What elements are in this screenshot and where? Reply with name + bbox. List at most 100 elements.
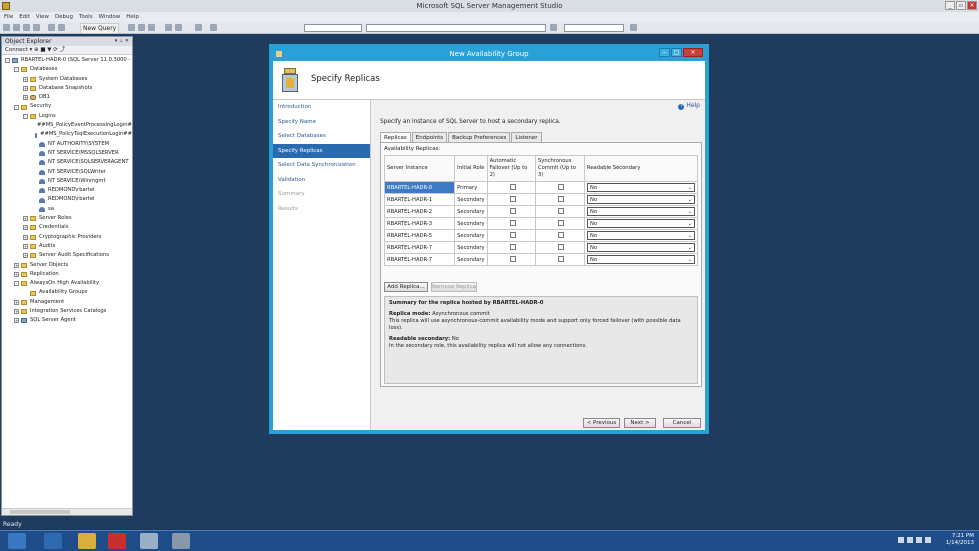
tree-node[interactable]: sa xyxy=(2,205,132,214)
table-row[interactable]: RBARTEL-HADR-3 Secondary No ⌄ xyxy=(383,217,698,230)
nav-specify-replicas[interactable]: Specify Replicas xyxy=(273,143,370,158)
search-combo[interactable] xyxy=(564,24,624,32)
tree-node[interactable]: + DB1 xyxy=(2,93,132,102)
tree-node[interactable]: + Audits xyxy=(2,242,132,251)
synchronous-commit-checkbox[interactable] xyxy=(557,219,564,226)
synchronous-commit-checkbox[interactable] xyxy=(557,195,564,202)
nav-validation[interactable]: Validation xyxy=(273,173,370,188)
redo-arrow-icon[interactable] xyxy=(175,24,182,31)
readable-secondary-select[interactable]: No ⌄ xyxy=(587,231,695,240)
server-instance-cell[interactable]: RBARTEL-HADR-7 xyxy=(383,253,456,266)
tree-node[interactable]: Availability Groups xyxy=(2,288,132,297)
next-button[interactable]: Next > xyxy=(624,418,656,428)
synchronous-commit-checkbox[interactable] xyxy=(557,243,564,250)
tree-node[interactable]: + Replication xyxy=(2,270,132,279)
menu-help[interactable]: Help xyxy=(126,12,139,22)
nav-select-databases[interactable]: Select Databases xyxy=(273,129,370,144)
expand-icon[interactable]: + xyxy=(14,309,19,315)
automatic-failover-checkbox[interactable] xyxy=(509,207,516,214)
server-instance-cell[interactable]: RBARTEL-HADR-2 xyxy=(383,205,456,218)
synchronous-commit-checkbox[interactable] xyxy=(557,207,564,214)
tree-node[interactable]: - Logins xyxy=(2,112,132,121)
collapse-icon[interactable]: - xyxy=(23,113,28,119)
dialog-close-button[interactable]: ✕ xyxy=(683,48,703,57)
collapse-icon[interactable]: - xyxy=(14,281,19,287)
tree-node[interactable]: + Server Roles xyxy=(2,214,132,223)
tree-node[interactable]: + System Databases xyxy=(2,75,132,84)
readable-secondary-select[interactable]: No ⌄ xyxy=(587,195,695,204)
expand-icon[interactable]: + xyxy=(23,95,28,101)
tree-node[interactable]: - RBARTEL-HADR-0 (SQL Server 11.0.3000 - xyxy=(2,56,132,65)
redo-icon[interactable] xyxy=(58,24,65,31)
menu-file[interactable]: File xyxy=(4,12,13,22)
tree-node[interactable]: - Databases xyxy=(2,65,132,74)
tree-node[interactable]: + Server Objects xyxy=(2,261,132,270)
connect-button[interactable]: Connect xyxy=(5,47,28,53)
dialog-minimize-button[interactable]: – xyxy=(659,48,670,57)
powershell-icon[interactable] xyxy=(44,533,62,549)
tree-node[interactable]: NT SERVICE\SQLWriter xyxy=(2,168,132,177)
synchronous-commit-checkbox[interactable] xyxy=(557,255,564,262)
server-instance-cell[interactable]: RBARTEL-HADR-5 xyxy=(383,229,456,242)
automatic-failover-checkbox[interactable] xyxy=(509,231,516,238)
expand-icon[interactable]: + xyxy=(14,262,19,268)
copy-icon[interactable] xyxy=(138,24,145,31)
navigate-icon[interactable] xyxy=(195,24,202,31)
menu-edit[interactable]: Edit xyxy=(19,12,30,22)
automatic-failover-checkbox[interactable] xyxy=(509,183,516,190)
nav-introduction[interactable]: Introduction xyxy=(273,100,370,115)
save-icon[interactable] xyxy=(23,24,30,31)
volume-icon[interactable] xyxy=(916,537,922,543)
tree-node[interactable]: ##MS_PolicyEventProcessingLogin## xyxy=(2,121,132,130)
table-row[interactable]: RBARTEL-HADR-0 Primary No ⌄ xyxy=(383,181,698,194)
close-button[interactable]: ✕ xyxy=(967,1,977,10)
automatic-failover-checkbox[interactable] xyxy=(509,255,516,262)
tree-node[interactable]: + Database Snapshots xyxy=(2,84,132,93)
synchronous-commit-checkbox[interactable] xyxy=(557,231,564,238)
automatic-failover-checkbox[interactable] xyxy=(509,195,516,202)
expand-icon[interactable]: + xyxy=(14,299,19,305)
tree-node[interactable]: NT SERVICE\SQLSERVERAGENT xyxy=(2,158,132,167)
platform-combo[interactable] xyxy=(366,24,546,32)
scroll-thumb[interactable] xyxy=(10,510,70,514)
solution-config-combo[interactable] xyxy=(304,24,362,32)
file-explorer-icon[interactable] xyxy=(78,533,96,549)
nav-select-data-synchronization[interactable]: Select Data Synchronization xyxy=(273,158,370,173)
tree-node[interactable]: + SQL Server Agent xyxy=(2,316,132,325)
readable-secondary-select[interactable]: No ⌄ xyxy=(587,219,695,228)
new-query-button[interactable]: New Query xyxy=(80,23,120,34)
collapse-icon[interactable]: - xyxy=(5,58,10,64)
readable-secondary-select[interactable]: No ⌄ xyxy=(587,243,695,252)
readable-secondary-select[interactable]: No ⌄ xyxy=(587,207,695,216)
paste-icon[interactable] xyxy=(148,24,155,31)
expand-icon[interactable]: + xyxy=(23,244,28,250)
pin-icon[interactable]: ▾ ⊥ ✕ xyxy=(115,37,129,46)
save-all-icon[interactable] xyxy=(33,24,40,31)
filter-icon[interactable]: ▾ ⊕ ■ ▼ ⟳ ⤴ xyxy=(30,47,66,53)
expand-icon[interactable]: + xyxy=(23,225,28,231)
help-link[interactable]: ? Help xyxy=(678,102,700,110)
remote-desktop-icon[interactable] xyxy=(140,533,158,549)
undo-arrow-icon[interactable] xyxy=(165,24,172,31)
automatic-failover-checkbox[interactable] xyxy=(509,219,516,226)
automatic-failover-checkbox[interactable] xyxy=(509,243,516,250)
tab-backup-preferences[interactable]: Backup Preferences xyxy=(448,132,511,142)
tree-node[interactable]: + Server Audit Specifications xyxy=(2,251,132,260)
cancel-button[interactable]: Cancel xyxy=(663,418,701,428)
horizontal-scrollbar[interactable] xyxy=(2,508,132,515)
tree-node[interactable]: NT SERVICE\MSSQLSERVER xyxy=(2,149,132,158)
server-instance-cell[interactable]: RBARTEL-HADR-1 xyxy=(383,193,456,206)
open-file-icon[interactable] xyxy=(13,24,20,31)
expand-icon[interactable]: + xyxy=(14,318,19,324)
server-instance-cell[interactable]: RBARTEL-HADR-7 xyxy=(383,241,456,254)
table-row[interactable]: RBARTEL-HADR-1 Secondary No ⌄ xyxy=(383,193,698,206)
table-row[interactable]: RBARTEL-HADR-2 Secondary No ⌄ xyxy=(383,205,698,218)
keyboard-icon[interactable] xyxy=(925,537,931,543)
menu-window[interactable]: Window xyxy=(99,12,121,22)
tab-endpoints[interactable]: Endpoints xyxy=(411,132,448,142)
tree-node[interactable]: + Integration Services Catalogs xyxy=(2,307,132,316)
collapse-icon[interactable]: - xyxy=(14,104,19,110)
tree-node[interactable]: - Security xyxy=(2,102,132,111)
tree-node[interactable]: + Credentials xyxy=(2,223,132,232)
properties-icon[interactable] xyxy=(630,24,637,31)
